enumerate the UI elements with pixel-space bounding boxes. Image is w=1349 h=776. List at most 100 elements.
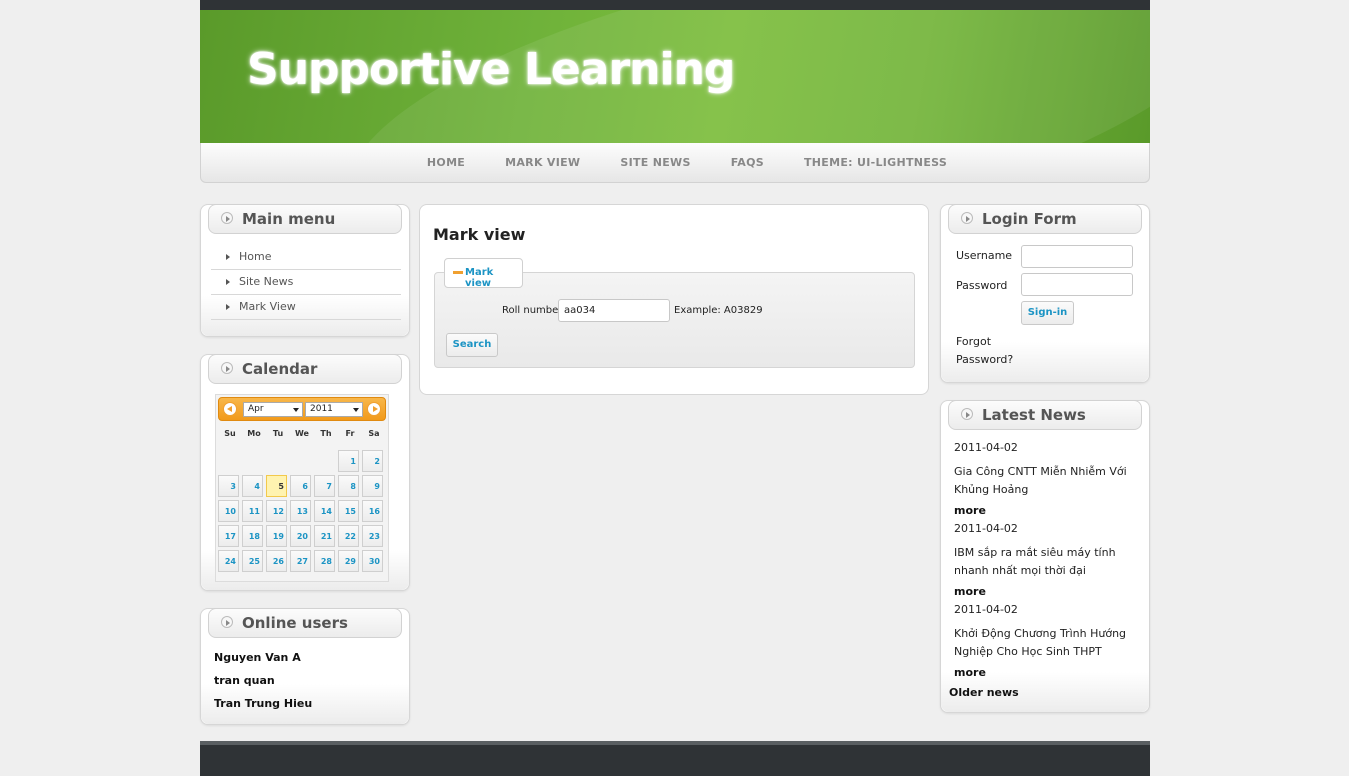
news-date: 2011-04-02 <box>954 603 1018 616</box>
calendar-day[interactable]: 20 <box>290 525 311 547</box>
calendar-day[interactable]: 3 <box>218 475 239 497</box>
news-more-link[interactable]: more <box>954 666 1144 684</box>
calendar-day[interactable]: 22 <box>338 525 359 547</box>
year-value: 2011 <box>310 404 333 414</box>
online-user: Tran Trung Hieu <box>214 697 313 710</box>
calendar-day[interactable]: 6 <box>290 475 311 497</box>
calendar-day[interactable]: 17 <box>218 525 239 547</box>
site-title: Supportive Learning <box>247 44 735 95</box>
username-label: Username <box>956 249 1013 262</box>
password-label: Password <box>956 279 1008 292</box>
page-wrapper: Supportive Learning HOME MARK VIEW SITE … <box>200 0 1150 776</box>
calendar-day[interactable]: 23 <box>362 525 383 547</box>
sign-in-button[interactable]: Sign-in <box>1021 301 1074 325</box>
news-more-link[interactable]: more <box>954 504 1144 522</box>
weekday-label: We <box>295 429 309 438</box>
bullet-icon <box>221 212 233 224</box>
arrow-right-icon <box>226 304 230 310</box>
main-menu-title: Main menu <box>242 210 336 228</box>
calendar-day[interactable]: 10 <box>218 500 239 522</box>
calendar-day[interactable]: 30 <box>362 550 383 572</box>
older-news-link[interactable]: Older news <box>949 686 1019 699</box>
calendar-toolbar: Apr 2011 <box>218 397 386 421</box>
calendar-day[interactable]: 15 <box>338 500 359 522</box>
arrow-right-icon <box>226 279 230 285</box>
calendar-day[interactable]: 9 <box>362 475 383 497</box>
nav-faqs[interactable]: FAQS <box>731 143 764 183</box>
latest-news-header: Latest News <box>948 400 1142 430</box>
online-users-header: Online users <box>208 608 402 638</box>
login-module: Login Form Username Password Sign-in For… <box>940 204 1150 383</box>
calendar-day[interactable]: 19 <box>266 525 287 547</box>
roll-number-input[interactable] <box>558 299 670 322</box>
calendar-day[interactable]: 8 <box>338 475 359 497</box>
main-menu-list: Home Site News Mark View <box>211 245 401 320</box>
latest-news-module: Latest News 2011-04-02 Gia Công CNTT Miễ… <box>940 400 1150 713</box>
login-header: Login Form <box>948 204 1142 234</box>
weekday-row: Su Mo Tu We Th Fr Sa <box>218 429 386 438</box>
news-more-link[interactable]: more <box>954 585 1144 603</box>
calendar-day[interactable]: 4 <box>242 475 263 497</box>
menu-item-label: Mark View <box>239 300 296 313</box>
calendar-day[interactable]: 29 <box>338 550 359 572</box>
arrow-right-icon <box>226 254 230 260</box>
username-field[interactable] <box>1021 245 1133 268</box>
calendar-day[interactable]: 5 <box>266 475 287 497</box>
roll-number-label: Roll number <box>502 305 563 316</box>
menu-item-site-news[interactable]: Site News <box>211 270 401 295</box>
year-select[interactable]: 2011 <box>305 402 363 417</box>
calendar-day[interactable]: 18 <box>242 525 263 547</box>
calendar-day[interactable]: 1 <box>338 450 359 472</box>
chevron-down-icon <box>353 408 359 412</box>
top-navigation: HOME MARK VIEW SITE NEWS FAQS THEME: UI-… <box>200 143 1150 183</box>
nav-home[interactable]: HOME <box>427 143 465 183</box>
search-button[interactable]: Search <box>446 333 498 357</box>
news-title[interactable]: IBM sắp ra mắt siêu máy tính nhanh nhất … <box>954 544 1144 580</box>
month-value: Apr <box>248 404 264 414</box>
mark-view-panel: Mark view Mark view Roll number Example:… <box>419 204 929 395</box>
fieldset-legend: Mark view <box>444 258 523 289</box>
menu-item-mark-view[interactable]: Mark View <box>211 295 401 320</box>
login-title: Login Form <box>982 210 1077 228</box>
prev-month-icon[interactable] <box>223 402 237 416</box>
calendar-day[interactable]: 28 <box>314 550 335 572</box>
menu-item-home[interactable]: Home <box>211 245 401 270</box>
forgot-password-link[interactable]: Forgot Password? <box>956 333 1026 369</box>
page-title: Mark view <box>433 225 526 244</box>
next-month-icon[interactable] <box>367 402 381 416</box>
nav-theme[interactable]: THEME: UI-LIGHTNESS <box>804 143 947 183</box>
calendar-day[interactable]: 14 <box>314 500 335 522</box>
news-title[interactable]: Gia Công CNTT Miễn Nhiễm Với Khủng Hoảng <box>954 463 1144 499</box>
calendar-day[interactable]: 12 <box>266 500 287 522</box>
online-user: Nguyen Van A <box>214 651 301 664</box>
calendar-day[interactable]: 26 <box>266 550 287 572</box>
nav-site-news[interactable]: SITE NEWS <box>620 143 690 183</box>
calendar-day[interactable]: 16 <box>362 500 383 522</box>
news-list: 2011-04-02 Gia Công CNTT Miễn Nhiễm Với … <box>954 441 1144 684</box>
online-users-module: Online users Nguyen Van A tran quan Tran… <box>200 608 410 725</box>
calendar-day[interactable]: 21 <box>314 525 335 547</box>
header-banner: Supportive Learning <box>200 10 1150 143</box>
weekday-label: Sa <box>368 429 380 438</box>
main-menu-module: Main menu Home Site News Mark View <box>200 204 410 337</box>
month-select[interactable]: Apr <box>243 402 303 417</box>
calendar-day[interactable]: 7 <box>314 475 335 497</box>
calendar-day[interactable]: 13 <box>290 500 311 522</box>
calendar-day[interactable]: 25 <box>242 550 263 572</box>
password-field[interactable] <box>1021 273 1133 296</box>
nav-mark-view[interactable]: MARK VIEW <box>505 143 580 183</box>
weekday-label: Tu <box>272 429 284 438</box>
calendar-day[interactable]: 2 <box>362 450 383 472</box>
legend-label: Mark view <box>465 267 494 289</box>
calendar-day[interactable]: 27 <box>290 550 311 572</box>
weekday-label: Th <box>320 429 332 438</box>
weekday-label: Fr <box>345 429 355 438</box>
bullet-icon <box>961 212 973 224</box>
chevron-down-icon <box>293 408 299 412</box>
calendar-day[interactable]: 11 <box>242 500 263 522</box>
bullet-icon <box>221 362 233 374</box>
menu-item-label: Site News <box>239 275 294 288</box>
roll-example-hint: Example: A03829 <box>674 305 763 316</box>
calendar-day[interactable]: 24 <box>218 550 239 572</box>
news-title[interactable]: Khởi Động Chương Trình Hướng Nghiệp Cho … <box>954 625 1144 661</box>
